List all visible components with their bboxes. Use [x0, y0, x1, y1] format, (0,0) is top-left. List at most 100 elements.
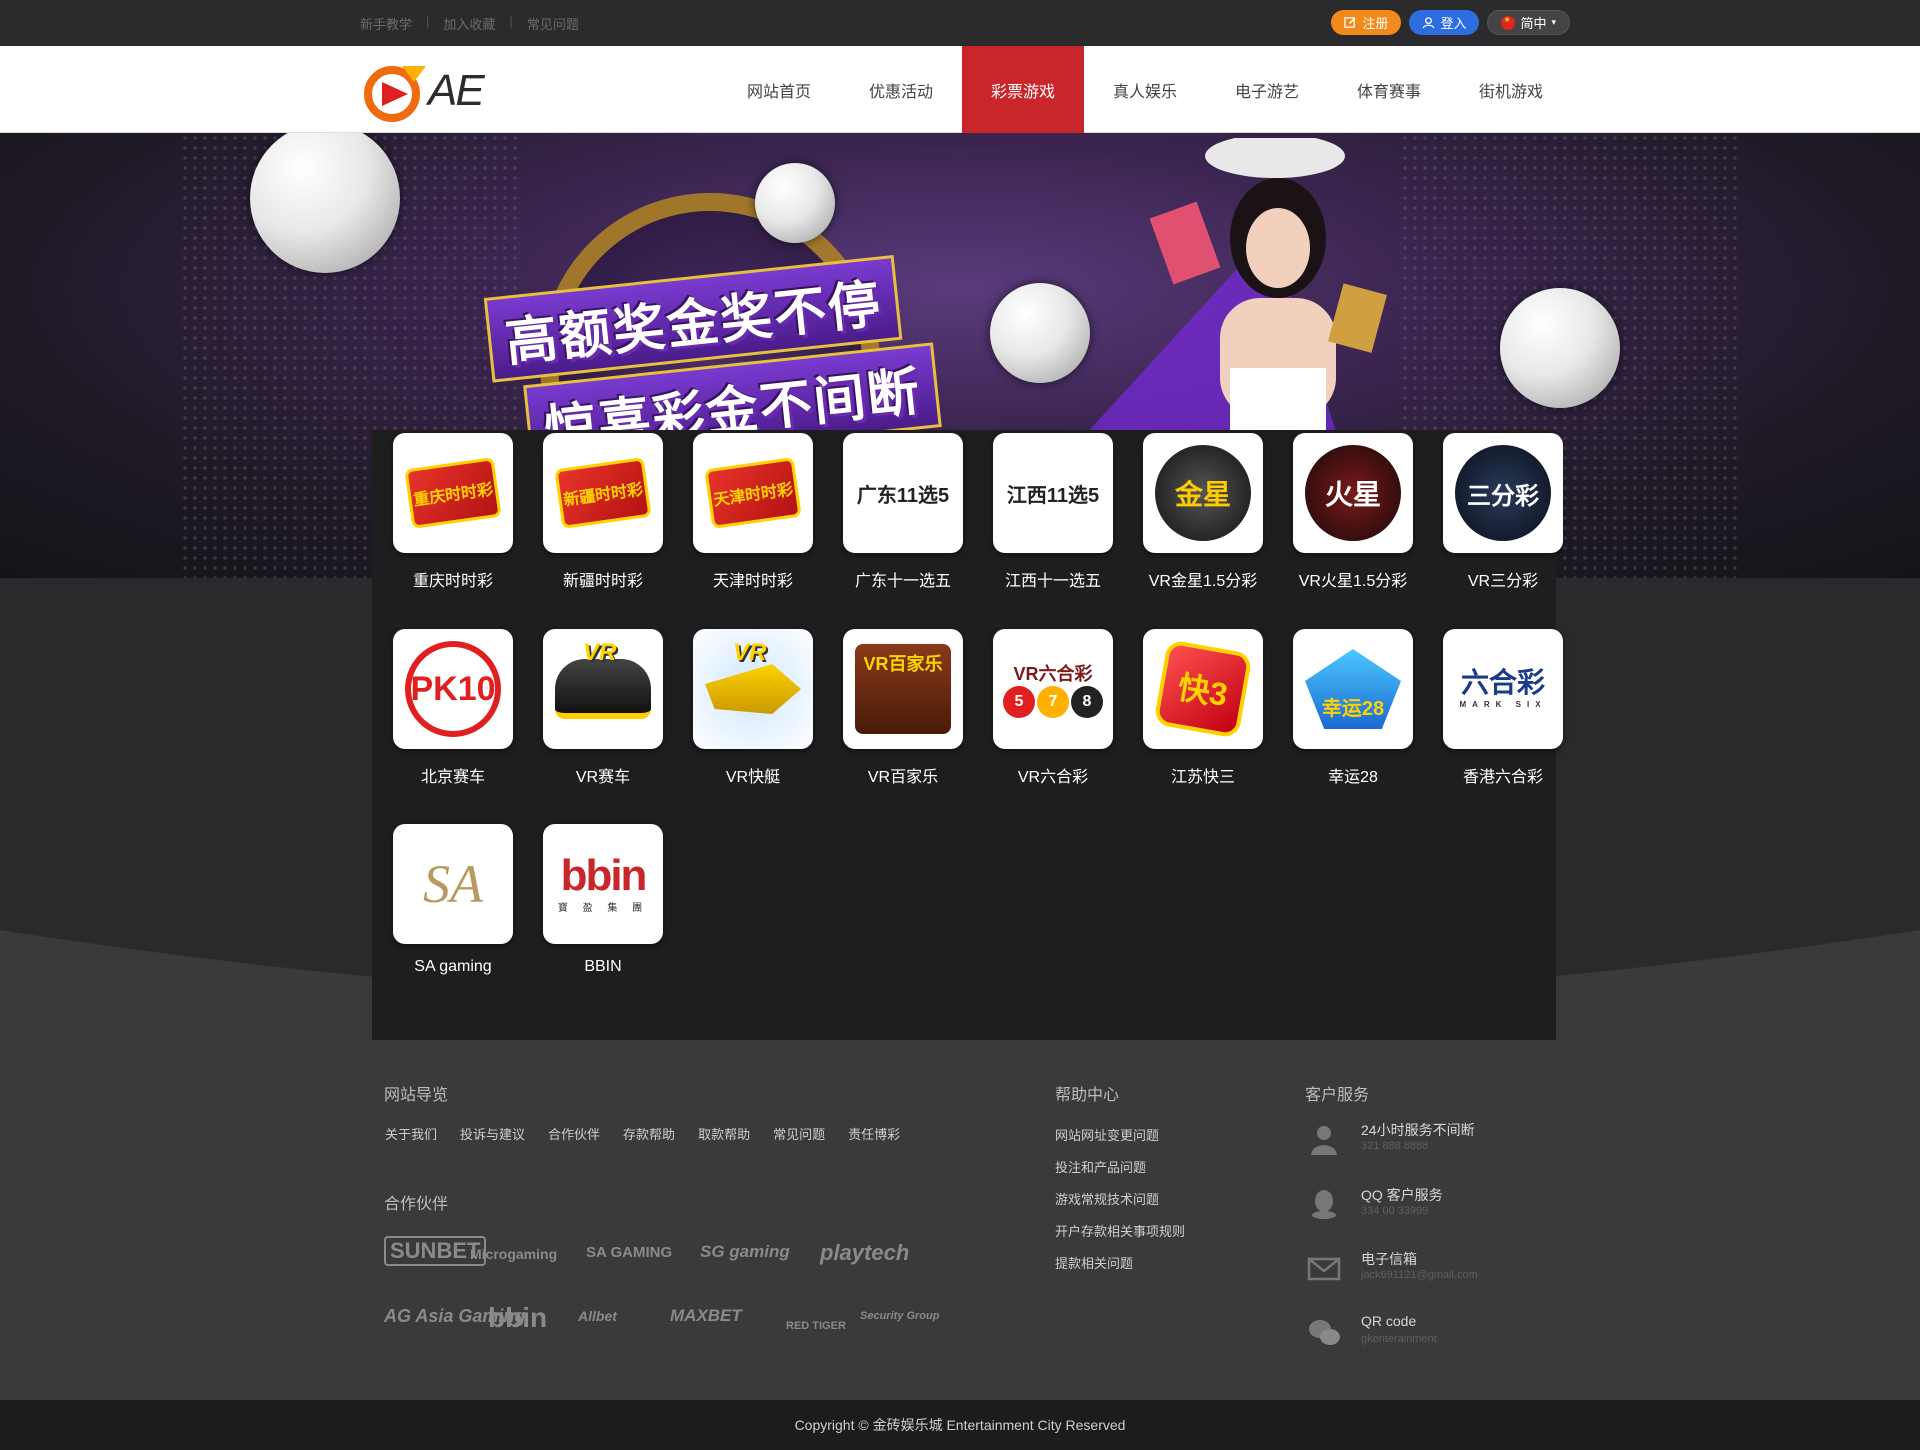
jiangxi-11x5-icon: 江西11选5	[993, 433, 1113, 553]
top-link-tutorial[interactable]: 新手教学	[360, 14, 412, 33]
language-select[interactable]: 简中 ▾	[1487, 10, 1570, 35]
login-button[interactable]: 登入	[1409, 10, 1480, 35]
game-tile-vr-venus[interactable]: 金星 VR金星1.5分彩	[1128, 433, 1278, 591]
nav-live-casino[interactable]: 真人娱乐	[1084, 46, 1206, 133]
guangdong-11x5-icon: 广东11选5	[843, 433, 963, 553]
vr-boat-icon: VR	[693, 629, 813, 749]
game-label: 新疆时时彩	[562, 573, 643, 590]
top-link-faq[interactable]: 常见问题	[527, 14, 579, 33]
game-label: 幸运28	[1328, 769, 1378, 786]
nav-slots[interactable]: 电子游艺	[1206, 46, 1328, 133]
game-label: 广东十一选五	[854, 573, 951, 590]
top-link-bookmark[interactable]: 加入收藏	[443, 14, 495, 33]
separator: |	[509, 14, 513, 29]
separator: |	[426, 14, 430, 29]
game-tile-jiangsu-k3[interactable]: 快3 江苏快三	[1128, 629, 1278, 787]
beijing-pk10-icon: PK10	[393, 629, 513, 749]
customer-service-heading: 客户服务	[1305, 1087, 1370, 1104]
game-label: VR快艇	[725, 769, 781, 786]
game-label: VR三分彩	[1467, 573, 1539, 590]
chongqing-ssc-icon: 重庆时时彩	[393, 433, 513, 553]
game-label: VR金星1.5分彩	[1148, 573, 1258, 590]
partner-logo-bbin: bbin	[488, 1302, 548, 1333]
game-tile-vr-racing[interactable]: VR VR赛车	[528, 629, 678, 787]
partner-logo-red-tiger: RED TIGER	[786, 1320, 846, 1332]
game-label: 重庆时时彩	[412, 573, 493, 590]
help-link-betting[interactable]: 投注和产品问题	[1055, 1157, 1185, 1189]
copyright: Copyright © 金砖娱乐城 Entertainment City Res…	[0, 1400, 1920, 1450]
user-icon	[1423, 17, 1435, 29]
xinjiang-ssc-icon: 新疆时时彩	[543, 433, 663, 553]
nav-sports[interactable]: 体育赛事	[1328, 46, 1450, 133]
game-tile-bbin[interactable]: bbin 寶 盈 集 團 BBIN	[528, 824, 678, 976]
game-tile-vr-mark-six[interactable]: VR六合彩 578 VR六合彩	[978, 629, 1128, 787]
game-tile-guangdong-11x5[interactable]: 广东11选5 广东十一选五	[828, 433, 978, 591]
game-label: BBIN	[584, 958, 622, 975]
partners-heading: 合作伙伴	[384, 1196, 449, 1213]
game-tile-sa-gaming[interactable]: SA SA gaming	[378, 824, 528, 976]
top-links: 新手教学 | 加入收藏 | 常见问题	[360, 14, 579, 33]
help-link-url-change[interactable]: 网站网址变更问题	[1055, 1125, 1185, 1157]
game-tile-xinjiang-ssc[interactable]: 新疆时时彩 新疆时时彩	[528, 433, 678, 591]
game-tile-chongqing-ssc[interactable]: 重庆时时彩 重庆时时彩	[378, 433, 528, 591]
nav-promotions[interactable]: 优惠活动	[840, 46, 962, 133]
vr-mars-icon: 火星	[1293, 433, 1413, 553]
help-links: 网站网址变更问题 投注和产品问题 游戏常规技术问题 开户存款相关事项规则 提款相…	[1055, 1125, 1185, 1285]
game-tile-jiangxi-11x5[interactable]: 江西11选5 江西十一选五	[978, 433, 1128, 591]
main-nav: 网站首页 优惠活动 彩票游戏 真人娱乐 电子游艺 体育赛事 街机游戏	[718, 46, 1572, 133]
game-tile-tianjin-ssc[interactable]: 天津时时彩 天津时时彩	[678, 433, 828, 591]
caret-down-icon: ▾	[1551, 17, 1556, 27]
vr-3min-icon: 三分彩	[1443, 433, 1563, 553]
game-tile-vr-boat[interactable]: VR VR快艇	[678, 629, 828, 787]
header: AE 网站首页 优惠活动 彩票游戏 真人娱乐 电子游艺 体育赛事 街机游戏	[0, 46, 1920, 133]
footer-link-feedback[interactable]: 投诉与建议	[460, 1124, 525, 1143]
help-link-technical[interactable]: 游戏常规技术问题	[1055, 1189, 1185, 1221]
edit-icon	[1344, 17, 1357, 28]
nav-lottery[interactable]: 彩票游戏	[962, 46, 1084, 133]
lottery-ball-image	[1500, 288, 1620, 408]
nav-home[interactable]: 网站首页	[718, 46, 840, 133]
footer-link-about[interactable]: 关于我们	[385, 1124, 437, 1143]
help-link-account-deposit[interactable]: 开户存款相关事项规则	[1055, 1221, 1185, 1253]
login-label: 登入	[1440, 16, 1467, 31]
account-actions: 注册 登入 简中 ▾	[1331, 10, 1570, 35]
footer-link-faq[interactable]: 常见问题	[773, 1124, 825, 1143]
register-label: 注册	[1362, 16, 1389, 31]
game-tile-vr-baccarat[interactable]: VR百家乐 VR百家乐	[828, 629, 978, 787]
partner-logo-sa-gaming: SA GAMING	[586, 1244, 673, 1261]
game-tile-vr-3min[interactable]: 三分彩 VR三分彩	[1428, 433, 1578, 591]
game-label: SA gaming	[414, 958, 492, 975]
language-label: 简中	[1520, 16, 1547, 31]
vr-racing-icon: VR	[543, 629, 663, 749]
wechat-icon	[1309, 1320, 1340, 1345]
game-label: 天津时时彩	[712, 573, 793, 590]
register-button[interactable]: 注册	[1331, 10, 1402, 35]
game-label: 香港六合彩	[1462, 769, 1543, 786]
game-label: 江西十一选五	[1004, 573, 1101, 590]
partner-logo-sg-gaming: SG gaming	[700, 1242, 790, 1261]
game-label: VR赛车	[575, 769, 631, 786]
nav-arcade[interactable]: 街机游戏	[1450, 46, 1572, 133]
partner-logo-playtech: playtech	[820, 1240, 910, 1265]
game-label: 北京赛车	[420, 769, 485, 786]
qq-icon	[1312, 1190, 1336, 1219]
partner-logo-microgaming: Microgaming	[470, 1246, 558, 1262]
bbin-icon: bbin 寶 盈 集 團	[543, 824, 663, 944]
game-tile-lucky-28[interactable]: 幸运28 幸运28	[1278, 629, 1428, 787]
game-label: 江苏快三	[1170, 769, 1235, 786]
game-tile-beijing-pk10[interactable]: PK10 北京赛车	[378, 629, 528, 787]
vr-baccarat-icon: VR百家乐	[843, 629, 963, 749]
game-tile-vr-mars[interactable]: 火星 VR火星1.5分彩	[1278, 433, 1428, 591]
site-logo[interactable]: AE	[362, 60, 502, 122]
help-link-withdrawal[interactable]: 提款相关问题	[1055, 1253, 1185, 1285]
footer-link-deposit-help[interactable]: 存款帮助	[623, 1124, 675, 1143]
game-label: VR六合彩	[1017, 769, 1089, 786]
footer-link-partners[interactable]: 合作伙伴	[548, 1124, 600, 1143]
footer-nav-links: 关于我们 投诉与建议 合作伙伴 存款帮助 取款帮助 常见问题 责任博彩	[385, 1124, 900, 1143]
lucky-28-icon: 幸运28	[1293, 629, 1413, 749]
footer-link-withdraw-help[interactable]: 取款帮助	[698, 1124, 750, 1143]
game-tile-hk-mark-six[interactable]: 六合彩 MARK SIX 香港六合彩	[1428, 629, 1578, 787]
help-center-heading: 帮助中心	[1055, 1087, 1120, 1104]
footer-link-responsible-gaming[interactable]: 责任博彩	[848, 1124, 900, 1143]
sa-gaming-icon: SA	[393, 824, 513, 944]
